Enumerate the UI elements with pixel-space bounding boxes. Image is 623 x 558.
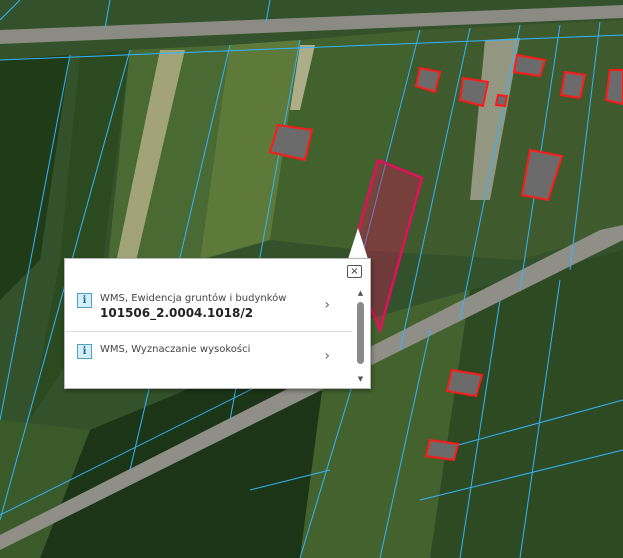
result-title: WMS, Wyznaczanie wysokości: [100, 344, 251, 355]
scroll-down-arrow-icon[interactable]: ▼: [356, 375, 365, 383]
chevron-right-icon[interactable]: ›: [324, 297, 330, 313]
scroll-thumb[interactable]: [357, 302, 364, 364]
result-row-ewidencja[interactable]: i WMS, Ewidencja gruntów i budynków 1015…: [66, 281, 352, 332]
info-icon: i: [77, 344, 92, 359]
close-button[interactable]: ×: [347, 265, 362, 278]
result-title: WMS, Ewidencja gruntów i budynków: [100, 293, 287, 304]
feature-info-popup: × i WMS, Ewidencja gruntów i budynków 10…: [64, 258, 371, 389]
scrollbar[interactable]: ▲ ▼: [356, 289, 365, 383]
scroll-up-arrow-icon[interactable]: ▲: [356, 289, 365, 297]
chevron-right-icon[interactable]: ›: [324, 348, 330, 364]
info-icon: i: [77, 293, 92, 308]
result-list: i WMS, Ewidencja gruntów i budynków 1015…: [66, 281, 352, 385]
parcel-id: 101506_2.0004.1018/2: [100, 306, 254, 320]
result-row-wysokosci[interactable]: i WMS, Wyznaczanie wysokości ›: [66, 332, 352, 382]
popup-pointer: [348, 228, 368, 259]
